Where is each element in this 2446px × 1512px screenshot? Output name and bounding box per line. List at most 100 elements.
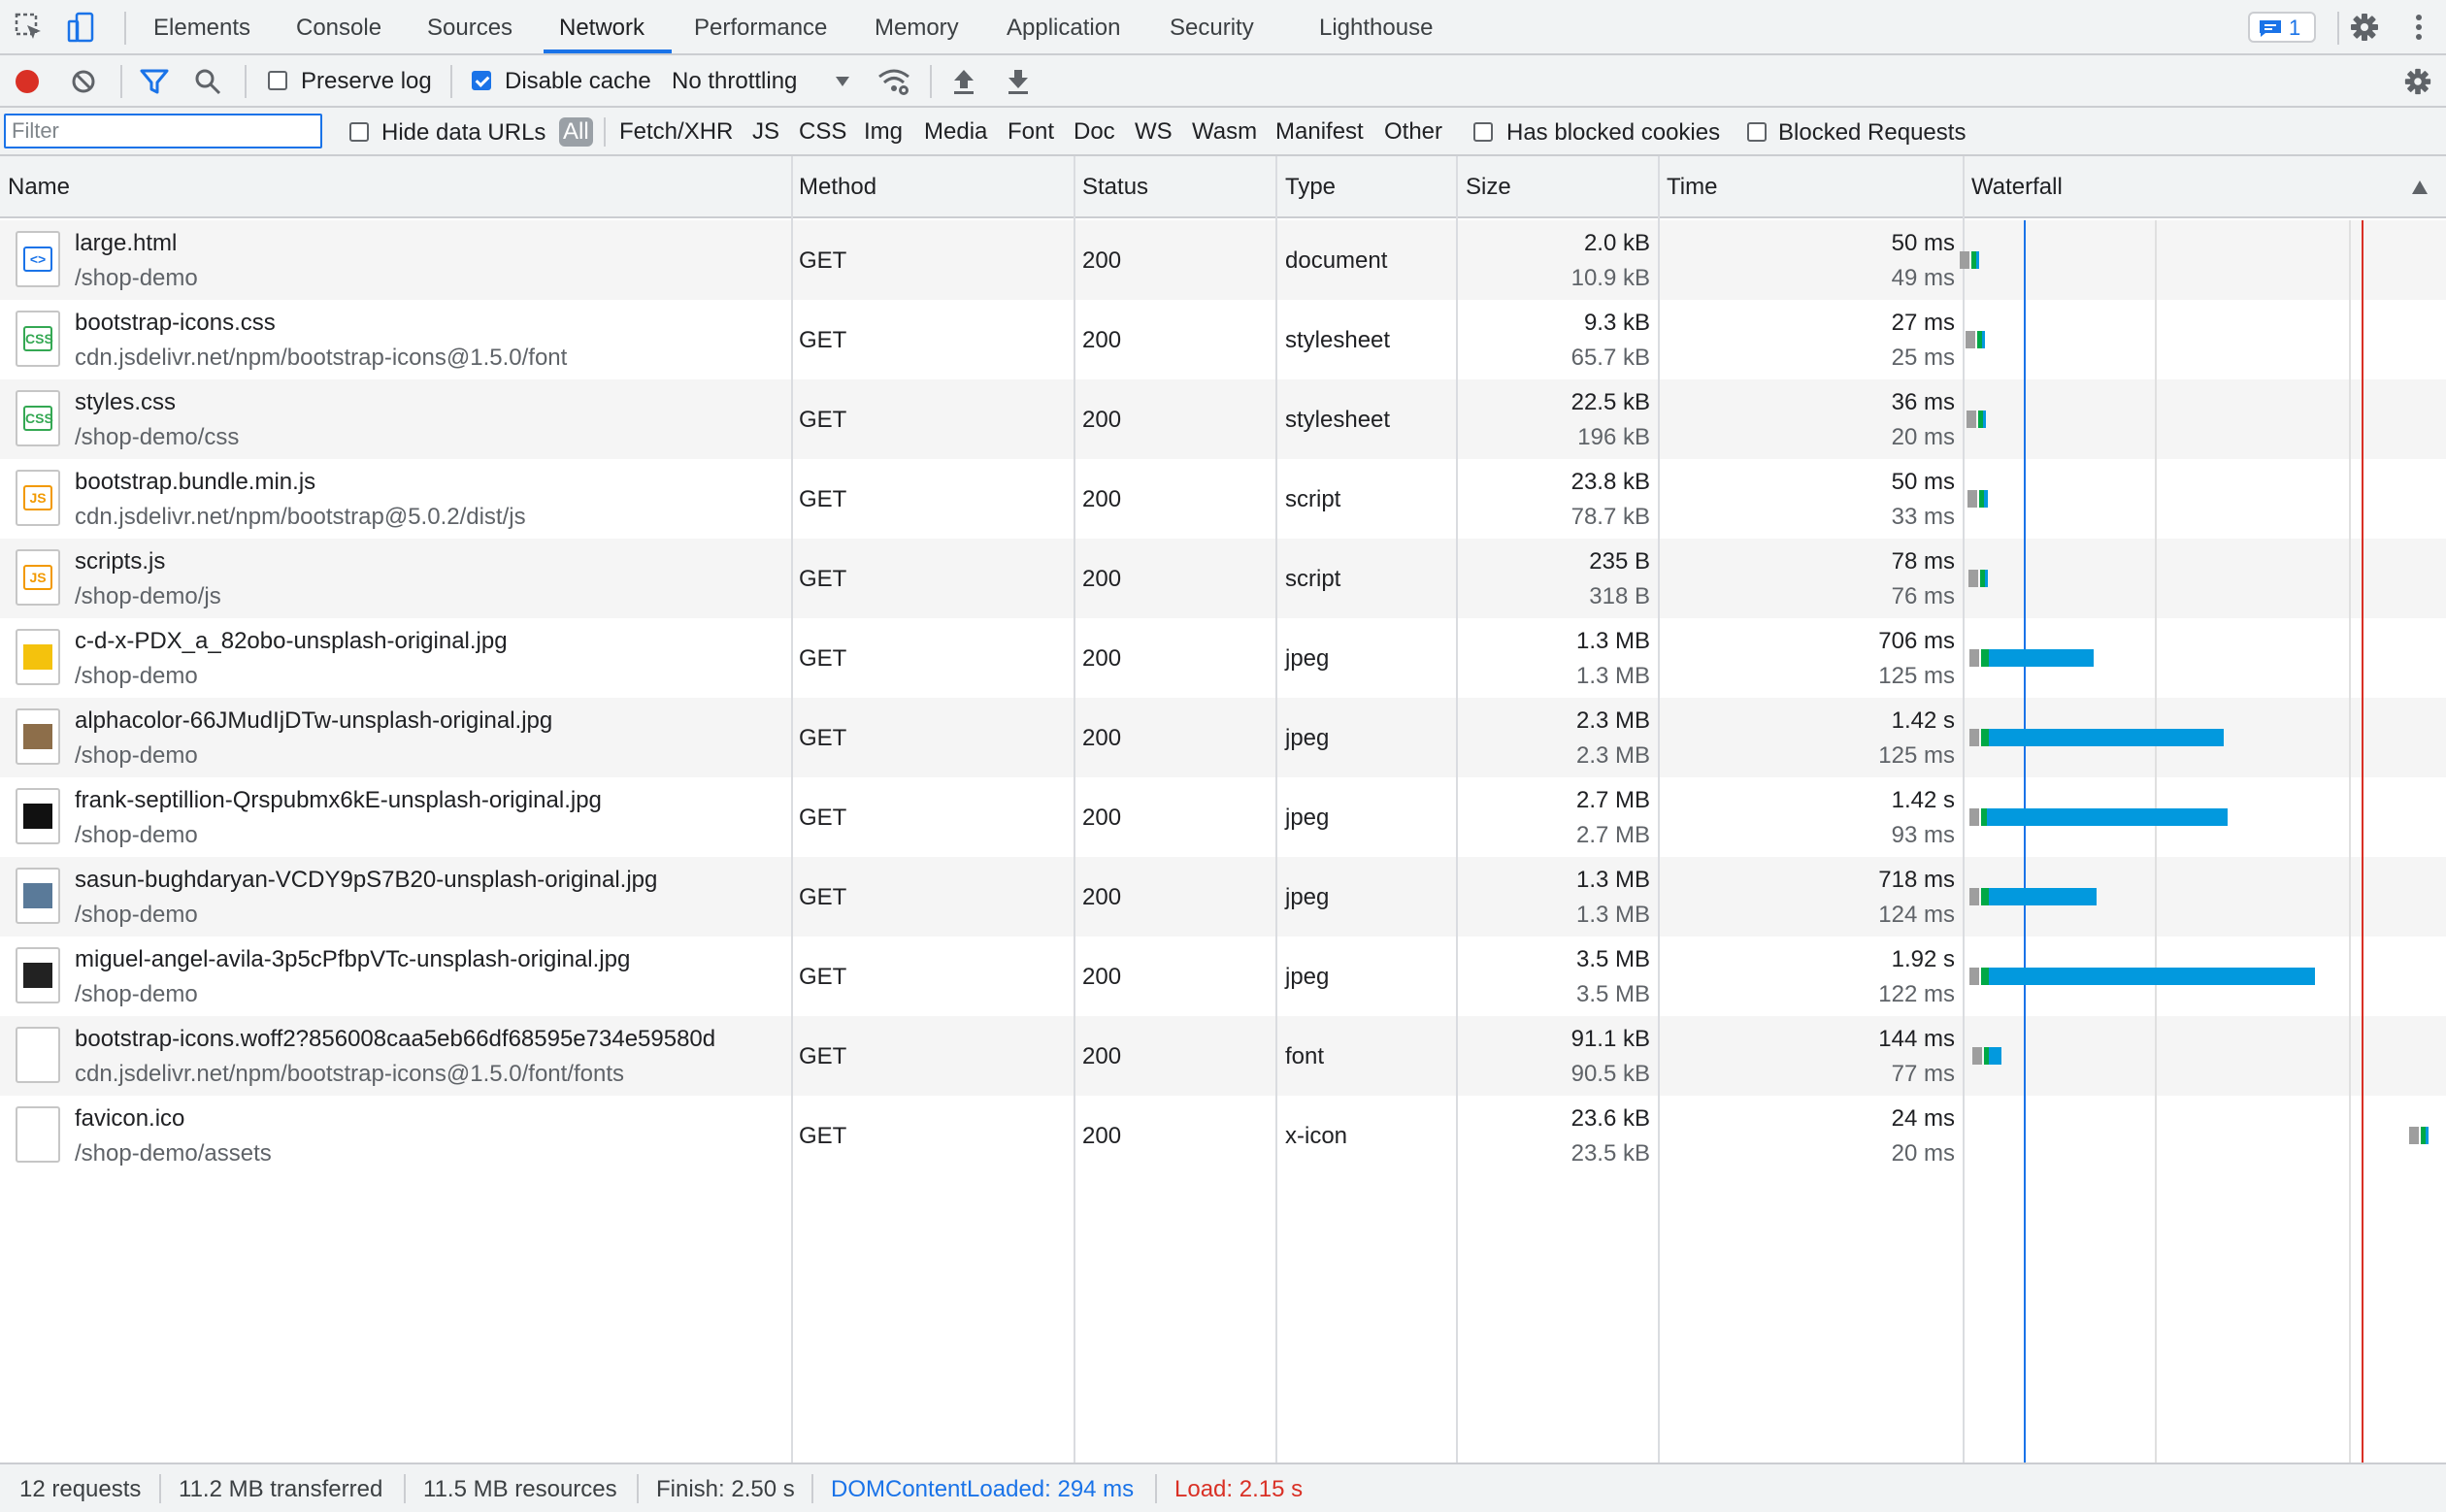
disable-cache-label[interactable]: Disable cache xyxy=(505,68,651,95)
clear-icon[interactable] xyxy=(70,68,97,95)
tab-network[interactable]: Network xyxy=(544,0,672,53)
waterfall-download-segment[interactable] xyxy=(1989,1047,2001,1065)
request-name[interactable]: styles.css xyxy=(75,389,176,416)
tab-lighthouse[interactable]: Lighthouse xyxy=(1319,0,1433,53)
search-icon[interactable] xyxy=(194,68,221,95)
chevron-down-icon[interactable] xyxy=(835,75,850,88)
waterfall-download-segment[interactable] xyxy=(1988,649,2095,667)
tab-sources[interactable]: Sources xyxy=(427,0,512,53)
filter-type-css[interactable]: CSS xyxy=(799,117,846,147)
waterfall-download-segment[interactable] xyxy=(1982,331,1986,348)
preserve-log-label[interactable]: Preserve log xyxy=(301,68,432,95)
waterfall-download-segment[interactable] xyxy=(1975,251,1979,269)
has-blocked-cookies-checkbox[interactable] xyxy=(1473,122,1493,142)
blocked-requests-checkbox[interactable] xyxy=(1747,122,1767,142)
request-row[interactable]: <> large.html/shop-demo GET 200 document 2.0 … xyxy=(0,220,2446,300)
waterfall-queue-segment[interactable] xyxy=(1967,411,1977,428)
filter-type-other[interactable]: Other xyxy=(1384,117,1442,147)
filter-type-ws[interactable]: WS xyxy=(1135,117,1173,147)
waterfall-queue-segment[interactable] xyxy=(1969,808,1980,826)
waterfall-download-segment[interactable] xyxy=(1988,729,2225,746)
tab-console[interactable]: Console xyxy=(296,0,381,53)
waterfall-download-segment[interactable] xyxy=(1988,888,2097,905)
request-name[interactable]: c-d-x-PDX_a_82obo-unsplash-original.jpg xyxy=(75,628,508,655)
more-options-icon[interactable] xyxy=(2403,12,2434,43)
inspect-element-icon[interactable] xyxy=(14,12,45,43)
filter-type-wasm[interactable]: Wasm xyxy=(1192,117,1257,147)
request-row[interactable]: JS scripts.js/shop-demo/js GET 200 script 235… xyxy=(0,539,2446,618)
request-name[interactable]: bootstrap-icons.woff2?856008caa5eb66df68… xyxy=(75,1026,715,1053)
request-name[interactable]: frank-septillion-Qrspubmx6kE-unsplash-or… xyxy=(75,787,602,814)
hide-data-urls-checkbox[interactable] xyxy=(349,122,369,142)
request-row[interactable]: favicon.ico/shop-demo/assets GET 200 x-icon… xyxy=(0,1096,2446,1175)
filter-type-fetch-xhr[interactable]: Fetch/XHR xyxy=(619,117,733,147)
request-name[interactable]: miguel-angel-avila-3p5cPfbpVTc-unsplash-… xyxy=(75,946,630,973)
blocked-requests-label[interactable]: Blocked Requests xyxy=(1778,119,1966,147)
waterfall-download-segment[interactable] xyxy=(1985,570,1989,587)
sort-ascending-icon[interactable] xyxy=(2411,180,2429,195)
request-name[interactable]: bootstrap-icons.css xyxy=(75,310,276,337)
preserve-log-checkbox[interactable] xyxy=(268,71,287,90)
request-name[interactable]: scripts.js xyxy=(75,548,165,575)
request-row[interactable]: CSS bootstrap-icons.css cdn.jsdelivr.net/n… xyxy=(0,300,2446,379)
tab-elements[interactable]: Elements xyxy=(153,0,250,53)
waterfall-queue-segment[interactable] xyxy=(1969,888,1980,905)
request-row[interactable]: bootstrap-icons.woff2?856008caa5eb66df68… xyxy=(0,1016,2446,1096)
settings-gear-icon[interactable] xyxy=(2349,12,2380,43)
request-name[interactable]: bootstrap.bundle.min.js xyxy=(75,469,315,496)
disable-cache-checkbox[interactable] xyxy=(472,71,491,90)
network-settings-gear-icon[interactable] xyxy=(2403,67,2432,96)
waterfall-queue-segment[interactable] xyxy=(1966,331,1976,348)
filter-type-manifest[interactable]: Manifest xyxy=(1275,117,1364,147)
has-blocked-cookies-label[interactable]: Has blocked cookies xyxy=(1506,119,1720,147)
waterfall-waiting-segment[interactable] xyxy=(1981,968,1989,985)
device-toolbar-icon[interactable] xyxy=(66,12,97,43)
waterfall-download-segment[interactable] xyxy=(1986,808,2229,826)
waterfall-queue-segment[interactable] xyxy=(1959,251,1969,269)
export-har-icon[interactable] xyxy=(1006,67,1031,96)
hide-data-urls-label[interactable]: Hide data URLs xyxy=(381,119,545,147)
waterfall-queue-segment[interactable] xyxy=(1969,729,1980,746)
filter-type-js[interactable]: JS xyxy=(752,117,779,147)
filter-input[interactable] xyxy=(4,114,322,148)
throttling-select[interactable]: No throttling xyxy=(672,68,797,95)
waterfall-queue-segment[interactable] xyxy=(2409,1127,2420,1144)
request-row[interactable]: CSS styles.css/shop-demo/css GET 200 stylesh… xyxy=(0,379,2446,459)
filter-type-all[interactable]: All xyxy=(559,117,593,147)
issues-badge[interactable]: 1 xyxy=(2248,12,2316,43)
request-row[interactable]: JS bootstrap.bundle.min.js cdn.jsdelivr.ne… xyxy=(0,459,2446,539)
waterfall-download-segment[interactable] xyxy=(1984,490,1988,508)
column-header-time[interactable]: Time xyxy=(1667,156,1717,218)
column-header-size[interactable]: Size xyxy=(1466,156,1511,218)
waterfall-queue-segment[interactable] xyxy=(1969,649,1980,667)
waterfall-queue-segment[interactable] xyxy=(1969,968,1980,985)
request-name[interactable]: favicon.ico xyxy=(75,1105,184,1133)
waterfall-queue-segment[interactable] xyxy=(1972,1047,1983,1065)
tab-security[interactable]: Security xyxy=(1170,0,1254,53)
waterfall-waiting-segment[interactable] xyxy=(1981,729,1989,746)
column-header-status[interactable]: Status xyxy=(1082,156,1148,218)
column-header-method[interactable]: Method xyxy=(799,156,876,218)
filter-type-img[interactable]: Img xyxy=(864,117,903,147)
filter-type-doc[interactable]: Doc xyxy=(1074,117,1115,147)
import-har-icon[interactable] xyxy=(951,67,976,96)
tab-performance[interactable]: Performance xyxy=(694,0,827,53)
tab-application[interactable]: Application xyxy=(1007,0,1120,53)
record-icon[interactable] xyxy=(14,68,41,95)
tab-memory[interactable]: Memory xyxy=(875,0,959,53)
request-name[interactable]: sasun-bughdaryan-VCDY9pS7B20-unsplash-or… xyxy=(75,867,657,894)
waterfall-download-segment[interactable] xyxy=(2426,1127,2429,1144)
network-conditions-icon[interactable] xyxy=(877,67,910,96)
waterfall-download-segment[interactable] xyxy=(1983,411,1987,428)
request-name[interactable]: alphacolor-66JMudIjDTw-unsplash-original… xyxy=(75,707,552,735)
waterfall-queue-segment[interactable] xyxy=(1967,490,1978,508)
column-header-waterfall[interactable]: Waterfall xyxy=(1971,156,2063,218)
filter-type-font[interactable]: Font xyxy=(1008,117,1054,147)
request-name[interactable]: large.html xyxy=(75,230,177,257)
column-header-name[interactable]: Name xyxy=(8,156,70,218)
filter-type-media[interactable]: Media xyxy=(924,117,987,147)
waterfall-waiting-segment[interactable] xyxy=(1981,649,1989,667)
waterfall-waiting-segment[interactable] xyxy=(1981,888,1989,905)
waterfall-download-segment[interactable] xyxy=(1988,968,2316,985)
waterfall-queue-segment[interactable] xyxy=(1968,570,1979,587)
